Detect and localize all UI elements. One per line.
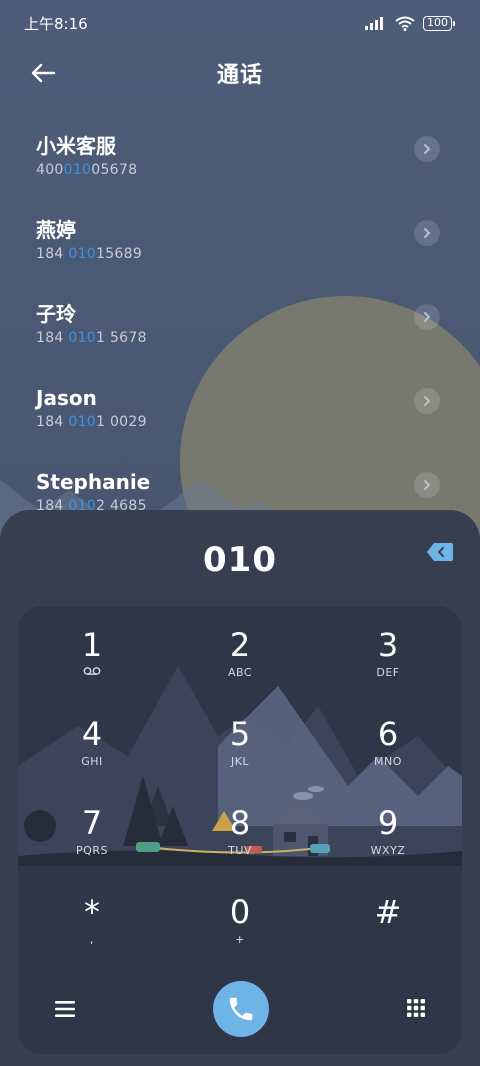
status-time: 上午8:16 <box>24 14 88 33</box>
contact-detail-button[interactable] <box>414 388 440 414</box>
contact-number: 184 0101 5678 <box>36 330 147 346</box>
key-2[interactable]: 2 ABC <box>166 606 314 695</box>
call-button[interactable] <box>213 981 269 1037</box>
key-0[interactable]: 0 + <box>166 873 314 962</box>
battery-icon: 100 <box>423 15 455 31</box>
dialer-actions <box>18 964 462 1054</box>
chevron-right-icon <box>424 228 431 238</box>
contact-item[interactable]: 小米客服 40001005678 <box>0 112 480 196</box>
back-button[interactable] <box>30 60 60 86</box>
contact-suggestions: 小米客服 40001005678 燕婷 184 01015689 子玲 184 … <box>0 112 480 532</box>
dial-input[interactable]: 010 <box>0 540 480 580</box>
status-bar: 上午8:16 100 <box>0 0 480 46</box>
contact-detail-button[interactable] <box>414 220 440 246</box>
phone-icon <box>229 997 253 1021</box>
key-6[interactable]: 6 MNO <box>314 695 462 784</box>
key-5[interactable]: 5 JKL <box>166 695 314 784</box>
contact-item[interactable]: Jason 184 0101 0029 <box>0 364 480 448</box>
key-star[interactable]: * , <box>18 873 166 962</box>
contact-number: 40001005678 <box>36 162 138 178</box>
keypad-icon[interactable] <box>406 998 426 1020</box>
contact-detail-button[interactable] <box>414 304 440 330</box>
app-header: 通话 <box>0 46 480 100</box>
wifi-icon <box>395 16 415 31</box>
dialer-sheet: 010 1 2 ABC 3 DEF 4 GHI 5 JKL 6 MNO 7 PQ… <box>0 510 480 1066</box>
contact-item[interactable]: 燕婷 184 01015689 <box>0 196 480 280</box>
signal-icon <box>365 17 383 30</box>
contact-detail-button[interactable] <box>414 136 440 162</box>
contact-number: 184 01015689 <box>36 246 143 262</box>
chevron-right-icon <box>424 312 431 322</box>
key-1[interactable]: 1 <box>18 606 166 695</box>
key-9[interactable]: 9 WXYZ <box>314 784 462 873</box>
voicemail-icon <box>83 666 101 680</box>
menu-icon[interactable] <box>54 1000 76 1018</box>
key-3[interactable]: 3 DEF <box>314 606 462 695</box>
key-7[interactable]: 7 PQRS <box>18 784 166 873</box>
back-arrow-icon <box>31 63 56 83</box>
contact-number: 184 0101 0029 <box>36 414 147 430</box>
page-title: 通话 <box>216 63 263 88</box>
contact-detail-button[interactable] <box>414 472 440 498</box>
keypad-grid: 1 2 ABC 3 DEF 4 GHI 5 JKL 6 MNO 7 PQRS 8… <box>18 606 462 962</box>
backspace-icon[interactable] <box>426 542 454 562</box>
keypad: 1 2 ABC 3 DEF 4 GHI 5 JKL 6 MNO 7 PQRS 8… <box>18 606 462 1054</box>
contact-item[interactable]: 子玲 184 0101 5678 <box>0 280 480 364</box>
chevron-right-icon <box>424 144 431 154</box>
chevron-right-icon <box>424 396 431 406</box>
chevron-right-icon <box>424 480 431 490</box>
key-4[interactable]: 4 GHI <box>18 695 166 784</box>
key-hash[interactable]: # <box>314 873 462 962</box>
key-8[interactable]: 8 TUV <box>166 784 314 873</box>
